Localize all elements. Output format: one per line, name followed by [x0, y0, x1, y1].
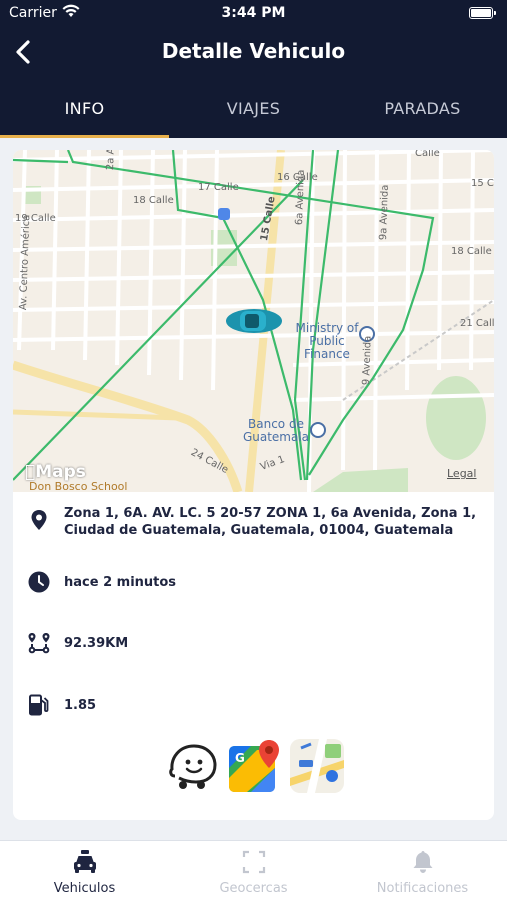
- poi-ministry[interactable]: Ministry of Public Finance: [289, 322, 365, 361]
- status-time: 3:44 PM: [221, 5, 286, 21]
- header: Carrier 3:44 PM Detalle Vehiculo INFO VI…: [0, 0, 507, 138]
- status-bar: Carrier 3:44 PM: [0, 0, 507, 28]
- fuel-row: 1.85: [13, 691, 494, 719]
- tab-viajes-label: VIAJES: [226, 99, 281, 118]
- svg-text:G: G: [235, 751, 245, 765]
- map-view[interactable]: Calle 16 Calle 15 Ca 17 Calle 18 Calle 1…: [13, 150, 494, 492]
- tab-info-label: INFO: [64, 99, 105, 118]
- apple-maps-icon[interactable]: [289, 738, 345, 794]
- tab-viajes[interactable]: VIAJES: [169, 86, 338, 138]
- fuel-text: 1.85: [64, 698, 97, 713]
- page-title: Detalle Vehiculo: [161, 39, 346, 63]
- tab-paradas-label: PARADAS: [384, 99, 461, 118]
- tabbar-vehiculos[interactable]: Vehiculos: [0, 841, 169, 900]
- street-label: 9a Avenida: [378, 184, 391, 241]
- tabbar-geocercas-label: Geocercas: [219, 881, 288, 896]
- bell-icon: [413, 851, 433, 873]
- street-label: 18 Calle: [451, 246, 492, 257]
- street-label: 15 Ca: [471, 178, 494, 189]
- vehicle-marker[interactable]: [226, 309, 282, 333]
- address-text: Zona 1, 6A. AV. LC. 5 20-57 ZONA 1, 6a A…: [64, 506, 477, 538]
- waze-icon[interactable]: [165, 738, 221, 794]
- address-row: Zona 1, 6A. AV. LC. 5 20-57 ZONA 1, 6a A…: [13, 504, 494, 544]
- street-label: 6a Avenida: [294, 169, 307, 226]
- location-pin-icon: [31, 510, 47, 530]
- tabbar-notificaciones-label: Notificaciones: [376, 881, 469, 896]
- last-update-row: hace 2 minutos: [13, 568, 494, 596]
- tab-info[interactable]: INFO: [0, 86, 169, 138]
- distance-row: 92.39KM: [13, 629, 494, 657]
- apple-logo-icon: : [25, 462, 35, 482]
- street-label: Calle: [415, 150, 440, 159]
- street-label: 21 Calle: [460, 318, 494, 329]
- legal-link[interactable]: Legal: [447, 467, 476, 480]
- battery-icon: [469, 7, 496, 19]
- tab-bar-top: INFO VIAJES PARADAS: [0, 86, 507, 138]
- fuel-pump-icon: [29, 694, 49, 716]
- bottom-tab-bar: Vehiculos Geocercas Notificaciones: [0, 840, 507, 900]
- navigation-apps: G: [165, 738, 345, 796]
- maps-attribution: Maps: [25, 462, 86, 482]
- poi-banco[interactable]: Banco de Guatemala: [241, 418, 311, 444]
- street-label: 18 Calle: [133, 195, 174, 206]
- tabbar-vehiculos-label: Vehiculos: [53, 881, 116, 896]
- geofence-icon: [242, 850, 266, 874]
- vehicle-detail-card: Calle 16 Calle 15 Ca 17 Calle 18 Calle 1…: [13, 150, 494, 820]
- distance-text: 92.39KM: [64, 636, 129, 651]
- route-icon: [28, 633, 50, 654]
- clock-icon: [28, 571, 50, 593]
- car-icon: [74, 850, 96, 873]
- google-maps-icon[interactable]: G: [227, 738, 283, 794]
- street-label: 17 Calle: [198, 182, 239, 193]
- last-update-text: hace 2 minutos: [64, 575, 177, 590]
- street-label: 2a Avenida: [105, 150, 118, 170]
- tab-active-indicator: [0, 135, 169, 138]
- nav-bar: Detalle Vehiculo: [0, 28, 507, 78]
- tabbar-geocercas[interactable]: Geocercas: [169, 841, 338, 900]
- tabbar-notificaciones[interactable]: Notificaciones: [338, 841, 507, 900]
- tab-paradas[interactable]: PARADAS: [338, 86, 507, 138]
